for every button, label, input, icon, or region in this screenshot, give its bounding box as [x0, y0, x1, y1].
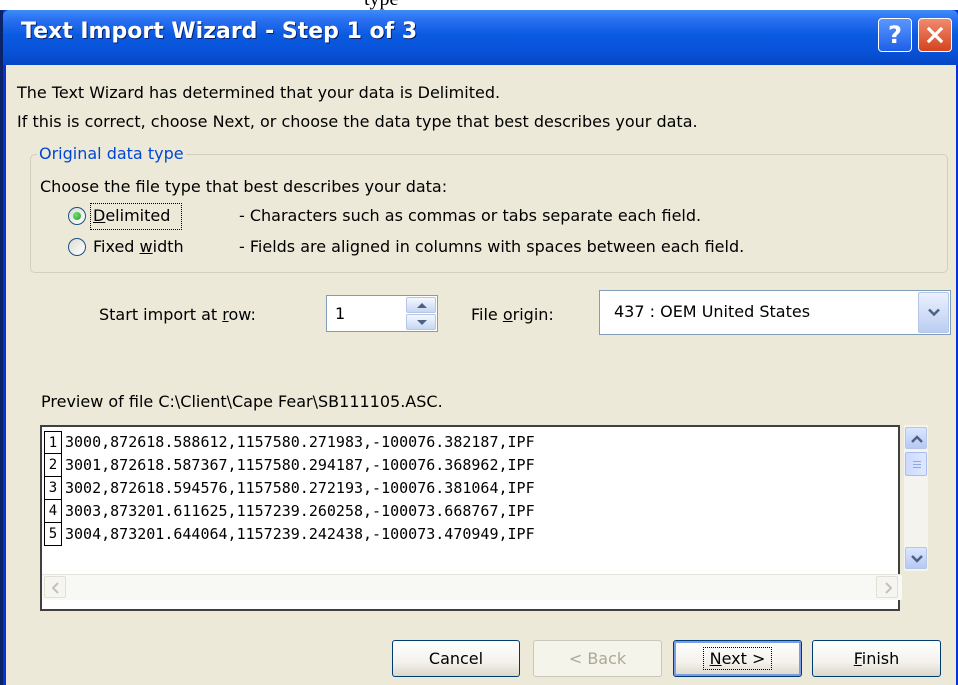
text-import-wizard-dialog: Text Import Wizard - Step 1 of 3 ? The T… — [0, 10, 958, 685]
row-number: 1 — [44, 431, 62, 454]
finish-button[interactable]: Finish — [812, 640, 941, 677]
file-origin-label: File origin: — [471, 305, 554, 324]
left-arrow-icon — [52, 582, 59, 594]
preview-row: 1 3000,872618.588612,1157580.271983,-100… — [44, 431, 894, 454]
help-button[interactable]: ? — [878, 18, 912, 52]
start-row-label: Start import at row: — [99, 305, 256, 324]
row-number: 4 — [44, 500, 62, 523]
back-button[interactable]: < Back — [533, 640, 662, 677]
row-text: 3004,873201.644064,1157239.242438,-10007… — [65, 525, 535, 543]
preview-label: Preview of file C:\Client\Cape Fear\SB11… — [41, 392, 443, 411]
preview-row: 4 3003,873201.611625,1157239.260258,-100… — [44, 500, 894, 523]
horizontal-scrollbar[interactable] — [42, 574, 902, 600]
fixed-width-radio[interactable] — [68, 238, 86, 256]
group-legend: Original data type — [37, 144, 186, 163]
preview-row: 5 3004,873201.644064,1157239.242438,-100… — [44, 523, 894, 546]
window-title: Text Import Wizard - Step 1 of 3 — [21, 19, 418, 44]
scroll-right-button[interactable] — [876, 576, 898, 598]
file-origin-value: 437 : OEM United States — [614, 302, 811, 321]
scroll-left-button[interactable] — [44, 576, 66, 598]
fixed-width-label[interactable]: Fixed width — [93, 237, 184, 256]
spin-down-button[interactable] — [406, 314, 436, 330]
preview-rows: 1 3000,872618.588612,1157580.271983,-100… — [44, 431, 894, 571]
scroll-thumb[interactable] — [905, 452, 927, 476]
row-text: 3000,872618.588612,1157580.271983,-10007… — [65, 433, 535, 451]
row-number: 5 — [44, 523, 62, 546]
start-row-value[interactable]: 1 — [335, 304, 345, 323]
preview-row: 3 3002,872618.594576,1157580.272193,-100… — [44, 477, 894, 500]
chevron-down-icon — [928, 308, 940, 317]
row-text: 3003,873201.611625,1157239.260258,-10007… — [65, 502, 535, 520]
down-arrow-icon — [911, 555, 923, 563]
scroll-down-button[interactable] — [905, 547, 927, 569]
question-mark-icon: ? — [888, 21, 902, 49]
dialog-client-area: The Text Wizard has determined that your… — [6, 65, 956, 685]
row-text: 3002,872618.594576,1157580.272193,-10007… — [65, 479, 535, 497]
file-origin-dropdown[interactable]: 437 : OEM United States — [599, 290, 951, 335]
row-number: 3 — [44, 477, 62, 500]
delimited-description: - Characters such as commas or tabs sepa… — [239, 206, 702, 225]
next-button[interactable]: Next > — [673, 640, 802, 677]
scroll-up-button[interactable] — [905, 427, 927, 449]
title-bar[interactable]: Text Import Wizard - Step 1 of 3 ? — [3, 10, 958, 65]
up-arrow-icon — [911, 435, 923, 443]
intro-line-1: The Text Wizard has determined that your… — [17, 83, 501, 102]
delimited-label[interactable]: Delimited — [93, 206, 170, 225]
vertical-scrollbar[interactable] — [904, 425, 928, 571]
radio-selected-dot — [73, 212, 81, 220]
cancel-button[interactable]: Cancel — [392, 640, 520, 677]
right-arrow-icon — [885, 582, 892, 594]
delimited-radio[interactable] — [68, 207, 86, 225]
intro-line-2: If this is correct, choose Next, or choo… — [17, 112, 698, 131]
close-button[interactable] — [918, 18, 952, 52]
row-text: 3001,872618.587367,1157580.294187,-10007… — [65, 456, 535, 474]
down-arrow-icon — [417, 320, 427, 325]
start-row-spinner[interactable]: 1 — [326, 295, 438, 332]
row-number: 2 — [44, 454, 62, 477]
spinner-buttons — [406, 297, 436, 330]
dropdown-button[interactable] — [918, 292, 949, 333]
spin-up-button[interactable] — [406, 297, 436, 313]
file-type-prompt: Choose the file type that best describes… — [40, 177, 448, 196]
fixed-width-description: - Fields are aligned in columns with spa… — [239, 237, 745, 256]
close-icon — [926, 26, 944, 44]
background-page-fragment: type — [0, 0, 958, 10]
page-fragment-text: type — [364, 0, 398, 10]
preview-row: 2 3001,872618.587367,1157580.294187,-100… — [44, 454, 894, 477]
up-arrow-icon — [417, 303, 427, 308]
